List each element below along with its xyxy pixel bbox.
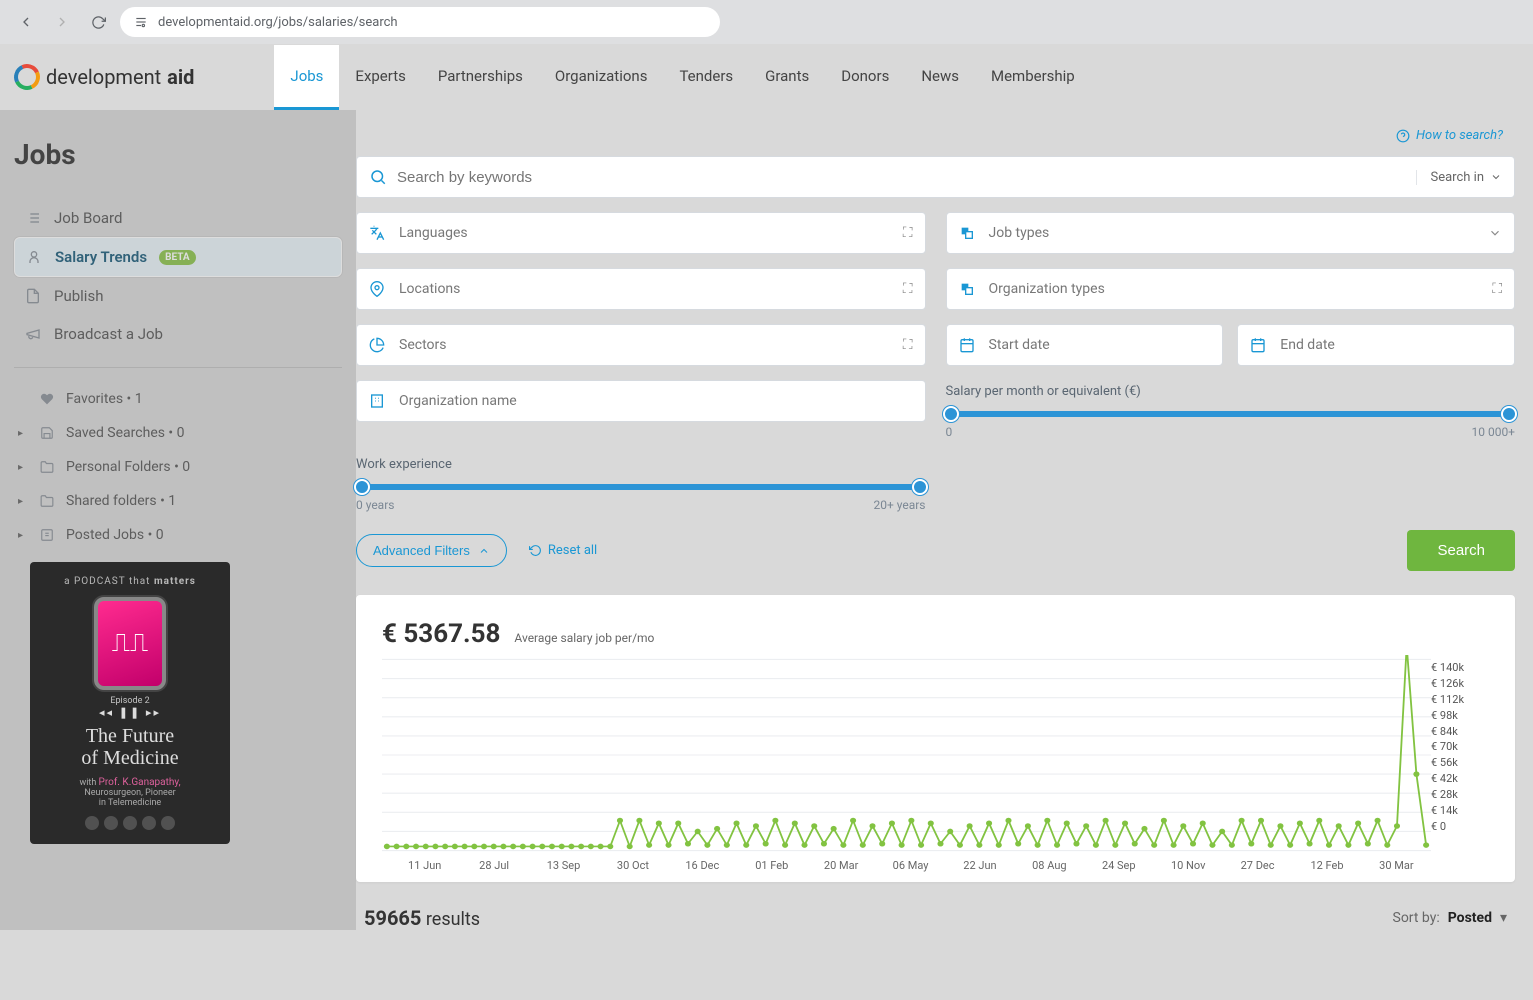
expand-icon: ⛶ [903, 337, 913, 353]
chart-x-axis: 11 Jun28 Jul13 Sep30 Oct16 Dec01 Feb20 M… [382, 855, 1489, 872]
promo-card[interactable]: a PODCAST that matters ⎍⎍ Episode 2 ◂◂ ❚… [30, 562, 230, 844]
doc-icon [24, 287, 42, 305]
salary-slider[interactable]: Salary per month or equivalent (€) 010 0… [946, 384, 1516, 439]
sidebar-sub-posted[interactable]: ▸Posted Jobs • 0 [14, 518, 342, 552]
logo-icon [10, 60, 43, 93]
post-icon [38, 526, 56, 544]
sidebar: Jobs Job BoardSalary TrendsBETAPublishBr… [0, 110, 356, 930]
start-date-filter[interactable]: Start date [946, 324, 1224, 366]
jobtypes-filter[interactable]: Job types [946, 212, 1516, 254]
site-settings-icon[interactable] [134, 15, 148, 29]
folder-icon [38, 492, 56, 510]
salary-icon [25, 248, 43, 266]
sidebar-item-broadcast-a-job[interactable]: Broadcast a Job [14, 315, 342, 353]
translate-icon [369, 225, 387, 241]
caret-right-icon: ▸ [18, 496, 28, 507]
list-icon [24, 209, 42, 227]
search-in-dropdown[interactable]: Search in [1416, 170, 1503, 185]
copy-icon [959, 281, 977, 297]
nav-tab-jobs[interactable]: Jobs [274, 45, 339, 110]
sidebar-sub-personal[interactable]: ▸Personal Folders • 0 [14, 450, 342, 484]
caret-right-icon: ▸ [18, 428, 28, 439]
nav-tab-membership[interactable]: Membership [975, 45, 1091, 110]
reset-all-link[interactable]: Reset all [529, 543, 597, 558]
locations-filter[interactable]: Locations ⛶ [356, 268, 926, 310]
nav-tab-organizations[interactable]: Organizations [539, 45, 664, 110]
chevron-down-icon [1490, 171, 1502, 183]
results-count: 59665 results [364, 906, 480, 930]
refresh-icon [529, 544, 542, 557]
nav-tab-news[interactable]: News [905, 45, 975, 110]
search-button[interactable]: Search [1407, 530, 1515, 571]
nav-tab-partnerships[interactable]: Partnerships [422, 45, 539, 110]
sectors-filter[interactable]: Sectors ⛶ [356, 324, 926, 366]
building-icon [369, 393, 387, 409]
sidebar-sub-shared[interactable]: ▸Shared folders • 1 [14, 484, 342, 518]
reload-button[interactable] [84, 8, 112, 36]
salary-chart-card: € 5367.58 Average salary job per/mo € 14… [356, 595, 1515, 882]
avg-salary-label: Average salary job per/mo [514, 631, 654, 645]
calendar-icon [959, 337, 977, 353]
promo-device-icon: ⎍⎍ [94, 597, 166, 690]
save-icon [38, 424, 56, 442]
caret-down-icon: ▾ [1500, 910, 1507, 926]
page-title: Jobs [14, 138, 342, 171]
sidebar-item-publish[interactable]: Publish [14, 277, 342, 315]
pin-icon [369, 281, 387, 297]
chart-y-axis: € 140k€ 126k€ 112k€ 98k€ 84k€ 70k€ 56k€ … [1431, 655, 1489, 855]
copy-icon [959, 225, 977, 241]
nav-tab-experts[interactable]: Experts [339, 45, 421, 110]
expand-icon: ⛶ [1492, 281, 1502, 297]
salary-line-chart[interactable] [382, 655, 1431, 855]
sort-dropdown[interactable]: Sort by: Posted ▾ [1393, 910, 1508, 926]
heart-icon [38, 390, 56, 408]
back-button[interactable] [12, 8, 40, 36]
top-nav: developmentaid JobsExpertsPartnershipsOr… [0, 44, 1533, 110]
caret-right-icon: ▸ [18, 530, 28, 541]
how-to-search-link[interactable]: How to search? [1396, 128, 1503, 143]
browser-chrome-bar: developmentaid.org/jobs/salaries/search [0, 0, 1533, 44]
expand-icon: ⛶ [903, 225, 913, 241]
beta-badge: BETA [159, 250, 196, 265]
forward-button[interactable] [48, 8, 76, 36]
avg-salary-value: € 5367.58 [382, 619, 500, 649]
sidebar-item-salary-trends[interactable]: Salary TrendsBETA [14, 237, 342, 277]
main-content: How to search? Search in Languages ⛶ Job… [356, 110, 1533, 930]
nav-tab-donors[interactable]: Donors [825, 45, 905, 110]
sidebar-sub-saved[interactable]: ▸Saved Searches • 0 [14, 416, 342, 450]
folder-icon [38, 458, 56, 476]
url-text: developmentaid.org/jobs/salaries/search [158, 15, 398, 30]
megaphone-icon [24, 325, 42, 343]
sidebar-item-job-board[interactable]: Job Board [14, 199, 342, 237]
address-bar[interactable]: developmentaid.org/jobs/salaries/search [120, 7, 720, 37]
orgname-filter[interactable]: Organization name [356, 380, 926, 422]
brand-text-1: development [46, 65, 161, 89]
advanced-filters-button[interactable]: Advanced Filters [356, 534, 507, 567]
keyword-search[interactable]: Search in [356, 156, 1515, 198]
calendar-icon [1250, 337, 1268, 353]
languages-filter[interactable]: Languages ⛶ [356, 212, 926, 254]
caret-right-icon: ▸ [18, 462, 28, 473]
brand-logo[interactable]: developmentaid [14, 64, 194, 90]
chevron-down-icon [1488, 226, 1502, 240]
experience-slider[interactable]: Work experience 0 years20+ years [356, 457, 926, 512]
nav-tab-tenders[interactable]: Tenders [663, 45, 749, 110]
pie-icon [369, 337, 387, 353]
help-icon [1396, 129, 1410, 143]
search-icon [369, 168, 387, 186]
orgtypes-filter[interactable]: Organization types ⛶ [946, 268, 1516, 310]
nav-tab-grants[interactable]: Grants [749, 45, 825, 110]
expand-icon: ⛶ [903, 281, 913, 297]
chevron-up-icon [478, 545, 490, 557]
brand-text-2: aid [167, 65, 194, 89]
sidebar-sub-favorites[interactable]: Favorites • 1 [14, 382, 342, 416]
keyword-input[interactable] [397, 169, 1416, 186]
end-date-filter[interactable]: End date [1237, 324, 1515, 366]
